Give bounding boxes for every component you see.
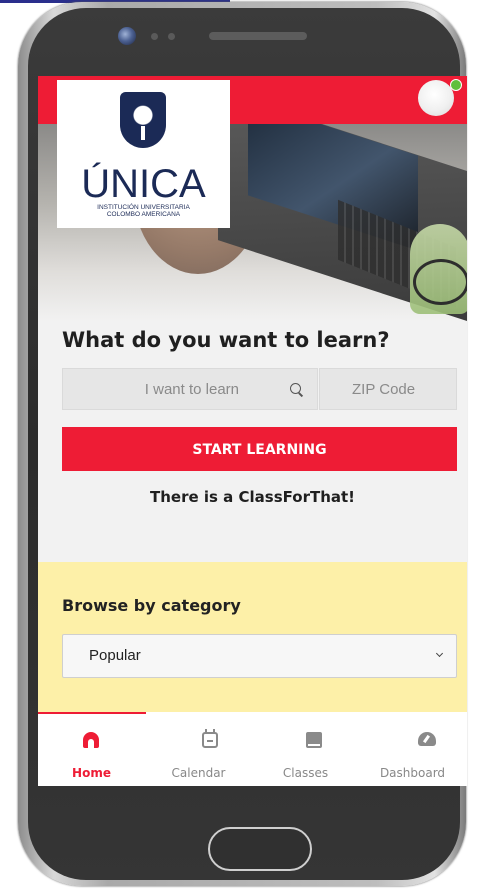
bottom-tab-bar: Home Calendar Classes Dashboard [38,712,467,786]
tab-classes[interactable]: Classes [252,712,359,786]
sensor-dot [168,33,175,40]
logo-wordmark: ÚNICA [81,162,206,206]
sensor-dot [151,33,158,40]
browse-category-section: Browse by category Popular [38,562,467,712]
zip-code-input[interactable]: ZIP Code [319,368,457,410]
browse-title: Browse by category [62,596,241,615]
category-select-value: Popular [89,647,141,664]
front-camera-icon [118,27,136,45]
online-status-dot [450,79,462,91]
logo-subtitle: INSTITUCIÓN UNIVERSITARIA COLOMBO AMERIC… [57,204,230,218]
search-icon [290,383,301,394]
book-icon [306,732,322,748]
home-icon [83,732,99,748]
institution-logo: ÚNICA INSTITUCIÓN UNIVERSITARIA COLOMBO … [57,80,230,228]
tagline: There is a ClassForThat! [149,488,356,506]
home-hardware-button[interactable] [208,827,312,871]
app-screen: ÚNICA INSTITUCIÓN UNIVERSITARIA COLOMBO … [38,76,467,786]
tab-home-label: Home [72,766,111,780]
tab-dashboard[interactable]: Dashboard [359,712,466,786]
tab-dashboard-label: Dashboard [379,766,446,780]
page-title: What do you want to learn? [62,328,390,352]
start-learning-button[interactable]: START LEARNING [62,427,457,471]
tab-classes-label: Classes [282,766,329,780]
learn-search-input[interactable]: I want to learn [62,368,318,410]
logo-subtitle-line1: INSTITUCIÓN UNIVERSITARIA [97,204,190,211]
tab-calendar[interactable]: Calendar [145,712,252,786]
chevron-down-icon [435,649,444,658]
learn-search-placeholder: I want to learn [144,381,239,398]
logo-subtitle-line2: COLOMBO AMERICANA [106,211,181,218]
logo-trunk [141,126,145,140]
avatar[interactable] [418,80,454,116]
dashboard-icon [418,732,436,746]
speaker-grille [209,32,307,40]
tab-home[interactable]: Home [38,712,145,786]
hero-glasses-shape [413,259,467,305]
tab-calendar-label: Calendar [171,766,226,780]
calendar-icon [202,729,218,748]
search-section: What do you want to learn? I want to lea… [38,322,467,552]
zip-code-placeholder: ZIP Code [352,381,416,398]
category-select[interactable]: Popular [62,634,457,678]
